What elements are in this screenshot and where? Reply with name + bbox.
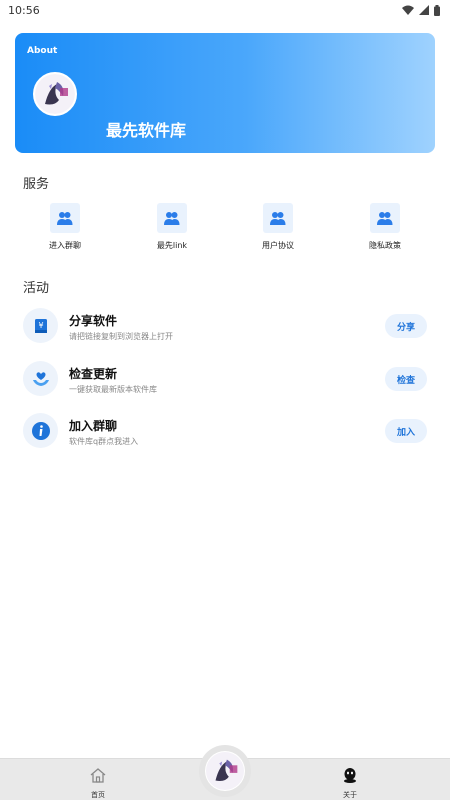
app-avatar [205,751,245,791]
share-button[interactable]: 分享 [385,314,427,338]
info-icon [23,413,58,448]
activity-title: 分享软件 [69,314,118,328]
people-icon [370,203,400,233]
service-label: 最先link [156,241,188,250]
check-button[interactable]: 检查 [385,367,427,391]
status-bar: 10:56 [0,0,450,20]
qq-icon [342,767,358,787]
app-title: 最先软件库 [106,121,187,140]
app-avatar [33,72,77,116]
signal-icon [419,5,429,15]
battery-icon [434,4,440,16]
services-title: 服务 [23,177,50,192]
people-icon [263,203,293,233]
about-card: About 最先软件库 Hint：全网资源一网打尽，应有尽有！ [15,33,435,172]
status-time: 10:56 [8,3,40,17]
service-label: 用户协议 [262,241,294,250]
activity-check-update: 检查更新 一键获取最新版本软件库 检查 [0,361,450,399]
activity-join-group: 加入群聊 软件库q群点我进入 加入 [0,413,450,451]
nav-center-avatar-button[interactable] [199,745,251,797]
home-icon [89,767,107,787]
activity-desc: 请把链接复制到浏览器上打开 [69,332,173,341]
service-privacy-policy[interactable]: 隐私政策 [345,203,425,253]
service-join-group[interactable]: 进入群聊 [25,203,105,253]
service-label: 隐私政策 [369,241,401,250]
activity-share: ¥ 分享软件 请把链接复制到浏览器上打开 分享 [0,308,450,346]
activity-title: 检查更新 [69,367,118,381]
activities-title: 活动 [23,281,50,296]
people-icon [157,203,187,233]
service-label: 进入群聊 [49,241,81,250]
heart-hand-icon [23,361,58,396]
wifi-icon [402,5,414,15]
join-button[interactable]: 加入 [385,419,427,443]
status-icons [402,4,440,16]
nav-about[interactable]: 关于 [330,767,370,799]
people-icon [50,203,80,233]
activity-desc: 一键获取最新版本软件库 [69,385,157,394]
nav-about-label: 关于 [343,791,357,799]
svg-text:¥: ¥ [38,321,43,330]
activity-desc: 软件库q群点我进入 [69,437,139,446]
service-link[interactable]: 最先link [132,203,212,253]
services-grid: 进入群聊 最先link 用户协议 隐私政策 [15,203,435,253]
activity-title: 加入群聊 [69,419,118,433]
book-icon: ¥ [23,308,58,343]
nav-home-label: 首页 [91,791,105,799]
about-label: About [27,46,58,56]
about-hint: Hint：全网资源一网打尽，应有尽有！ [164,162,321,172]
service-user-agreement[interactable]: 用户协议 [238,203,318,253]
nav-home[interactable]: 首页 [78,767,118,799]
